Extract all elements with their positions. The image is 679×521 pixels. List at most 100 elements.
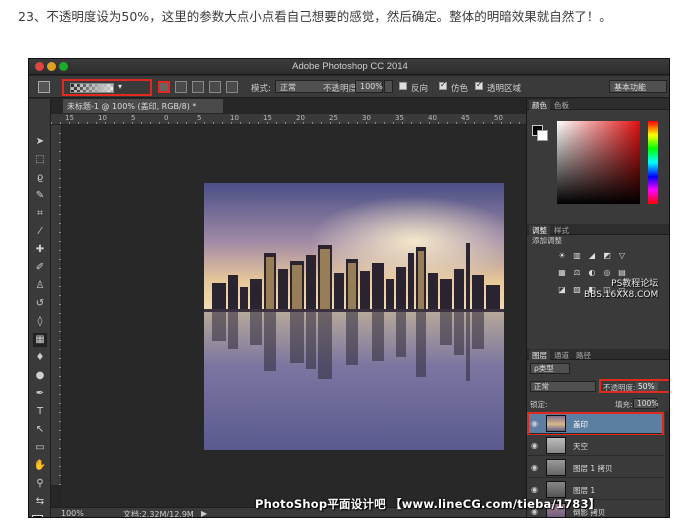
gradient-swatch[interactable]: [70, 83, 114, 93]
blend-mode-select[interactable]: 正常: [530, 381, 596, 392]
opacity-input[interactable]: 100%: [355, 80, 383, 93]
layer-thumbnail: [546, 459, 566, 476]
ruler-tick-label: 50: [494, 114, 503, 122]
radial-gradient-button[interactable]: [175, 81, 187, 93]
opacity-dropdown[interactable]: [384, 80, 393, 93]
ruler-tick-label: 20: [296, 114, 305, 122]
tab-swatches[interactable]: 色板: [551, 100, 572, 111]
eye-icon[interactable]: ◉: [531, 485, 540, 494]
color-balance-icon[interactable]: ⚖: [572, 268, 582, 277]
layer-row[interactable]: ◉ 图层 1 拷贝: [527, 457, 664, 478]
brightness-icon[interactable]: ☀: [557, 251, 567, 260]
chevron-down-icon[interactable]: ▾: [118, 82, 122, 91]
ruler-tick-label: 15: [65, 114, 74, 122]
ruler-tick-label: 10: [98, 114, 107, 122]
vibrance-icon[interactable]: ▽: [617, 251, 627, 260]
tab-paths[interactable]: 路径: [573, 350, 594, 361]
ruler-tick-label: 5: [197, 114, 202, 122]
color-panel-tabs: 颜色 色板: [527, 99, 669, 111]
eyedropper-tool-icon[interactable]: ⁄: [33, 225, 47, 239]
layer-kind-filter[interactable]: ρ类型: [530, 363, 570, 374]
title-bar: Adobe Photoshop CC 2014: [29, 59, 669, 75]
tool-preset-icon[interactable]: [38, 81, 50, 93]
right-panels: 颜色 色板 调整 样式 添加调整 ☀ ▥ ◢ ◩ ▽ ▦ ⚖ ◐ ◎ ▤ ◪ ▧ ◧ ◫ ▭ 图层 通道 路…: [526, 99, 669, 517]
hue-slider[interactable]: [648, 121, 658, 204]
zoom-tool-icon[interactable]: ⚲: [33, 477, 47, 491]
forum-watermark: PS教程论坛 BBS.16XX8.COM: [584, 279, 658, 301]
quick-select-tool-icon[interactable]: ✎: [33, 189, 47, 203]
pen-tool-icon[interactable]: ✒: [33, 387, 47, 401]
hand-tool-icon[interactable]: ✋: [33, 459, 47, 473]
fill-input[interactable]: 100%: [633, 398, 658, 409]
workspace-select[interactable]: 基本功能: [609, 80, 667, 93]
layer-opacity-input[interactable]: 50%: [636, 382, 658, 391]
type-tool-icon[interactable]: T: [33, 405, 47, 419]
posterize-icon[interactable]: ▧: [572, 285, 582, 294]
dodge-tool-icon[interactable]: ●: [33, 369, 47, 383]
channel-mixer-icon[interactable]: ▤: [617, 268, 627, 277]
ruler-tick-label: 40: [428, 114, 437, 122]
blur-tool-icon[interactable]: ♦: [33, 351, 47, 365]
foreground-color-swatch[interactable]: [32, 515, 43, 517]
eye-icon[interactable]: ◉: [531, 463, 540, 472]
color-background-swatch[interactable]: [537, 130, 548, 141]
exposure-icon[interactable]: ◩: [602, 251, 612, 260]
reflected-gradient-button[interactable]: [209, 81, 221, 93]
options-bar: ▾ 模式: 正常 不透明度: 100% 反向 仿色 透明区域 基本功能: [29, 76, 669, 98]
status-menu-arrow-icon[interactable]: ▶: [201, 509, 207, 517]
shape-tool-icon[interactable]: ▭: [33, 441, 47, 455]
ruler-tick-label: 15: [263, 114, 272, 122]
black-white-icon[interactable]: ◐: [587, 268, 597, 277]
layers-scrollbar[interactable]: [665, 411, 669, 517]
canvas-area[interactable]: [62, 125, 526, 507]
document-tab[interactable]: 未标题-1 @ 100% (盖印, RGB/8) *: [63, 99, 223, 113]
adjust-panel-tabs: 调整 样式: [527, 224, 669, 235]
eraser-tool-icon[interactable]: ◊: [33, 315, 47, 329]
tab-channels[interactable]: 通道: [551, 350, 572, 361]
layer-opacity-control[interactable]: 不透明度: 50%: [599, 379, 669, 393]
fill-label: 填充:: [615, 400, 633, 409]
gradient-tool-icon[interactable]: ▦: [33, 333, 47, 347]
vertical-ruler: [51, 125, 62, 485]
dither-checkbox[interactable]: [439, 80, 447, 90]
marquee-tool-icon[interactable]: ⬚: [33, 153, 47, 167]
path-select-tool-icon[interactable]: ↖: [33, 423, 47, 437]
layer-opacity-label: 不透明度:: [603, 383, 636, 392]
dither-label: 仿色: [451, 84, 469, 94]
reverse-checkbox[interactable]: [399, 82, 407, 90]
mode-label: 模式:: [251, 84, 271, 94]
horizontal-ruler: 15 10 5 0 5 10 15 20 25 30 35 40 45 50: [51, 114, 526, 125]
crop-tool-icon[interactable]: ⌗: [33, 207, 47, 221]
forum-watermark-line1: PS教程论坛: [611, 279, 659, 289]
status-zoom[interactable]: 100%: [61, 509, 84, 517]
ruler-tick-label: 30: [362, 114, 371, 122]
history-brush-tool-icon[interactable]: ↺: [33, 297, 47, 311]
lasso-tool-icon[interactable]: ϱ: [33, 171, 47, 185]
reset-colors-icon[interactable]: ⇆: [33, 495, 47, 509]
ruler-tick-label: 45: [461, 114, 470, 122]
diamond-gradient-button[interactable]: [226, 81, 238, 93]
status-doc-size: 文档:2.32M/12.9M: [123, 510, 194, 518]
hue-saturation-icon[interactable]: ▦: [557, 268, 567, 277]
brush-tool-icon[interactable]: ✐: [33, 261, 47, 275]
tab-layers[interactable]: 图层: [529, 350, 550, 360]
curves-icon[interactable]: ◢: [587, 251, 597, 260]
linear-gradient-button[interactable]: [158, 81, 170, 93]
layer-row[interactable]: ◉ 天空: [527, 435, 664, 456]
color-picker-field[interactable]: [557, 121, 640, 204]
photo-filter-icon[interactable]: ◎: [602, 268, 612, 277]
eye-icon[interactable]: ◉: [531, 441, 540, 450]
angle-gradient-button[interactable]: [192, 81, 204, 93]
layers-panel-tabs: 图层 通道 路径: [527, 349, 669, 361]
ruler-tick-label: 25: [329, 114, 338, 122]
stamp-tool-icon[interactable]: ♙: [33, 279, 47, 293]
ruler-tick-label: 0: [164, 114, 169, 122]
tab-adjustments[interactable]: 调整: [529, 225, 550, 235]
tab-color[interactable]: 颜色: [529, 100, 550, 110]
move-tool-icon[interactable]: ➤: [33, 135, 47, 149]
levels-icon[interactable]: ▥: [572, 251, 582, 260]
healing-brush-tool-icon[interactable]: ✚: [33, 243, 47, 257]
gradient-picker[interactable]: ▾: [62, 79, 152, 96]
transparency-checkbox[interactable]: [475, 80, 483, 90]
invert-icon[interactable]: ◪: [557, 285, 567, 294]
